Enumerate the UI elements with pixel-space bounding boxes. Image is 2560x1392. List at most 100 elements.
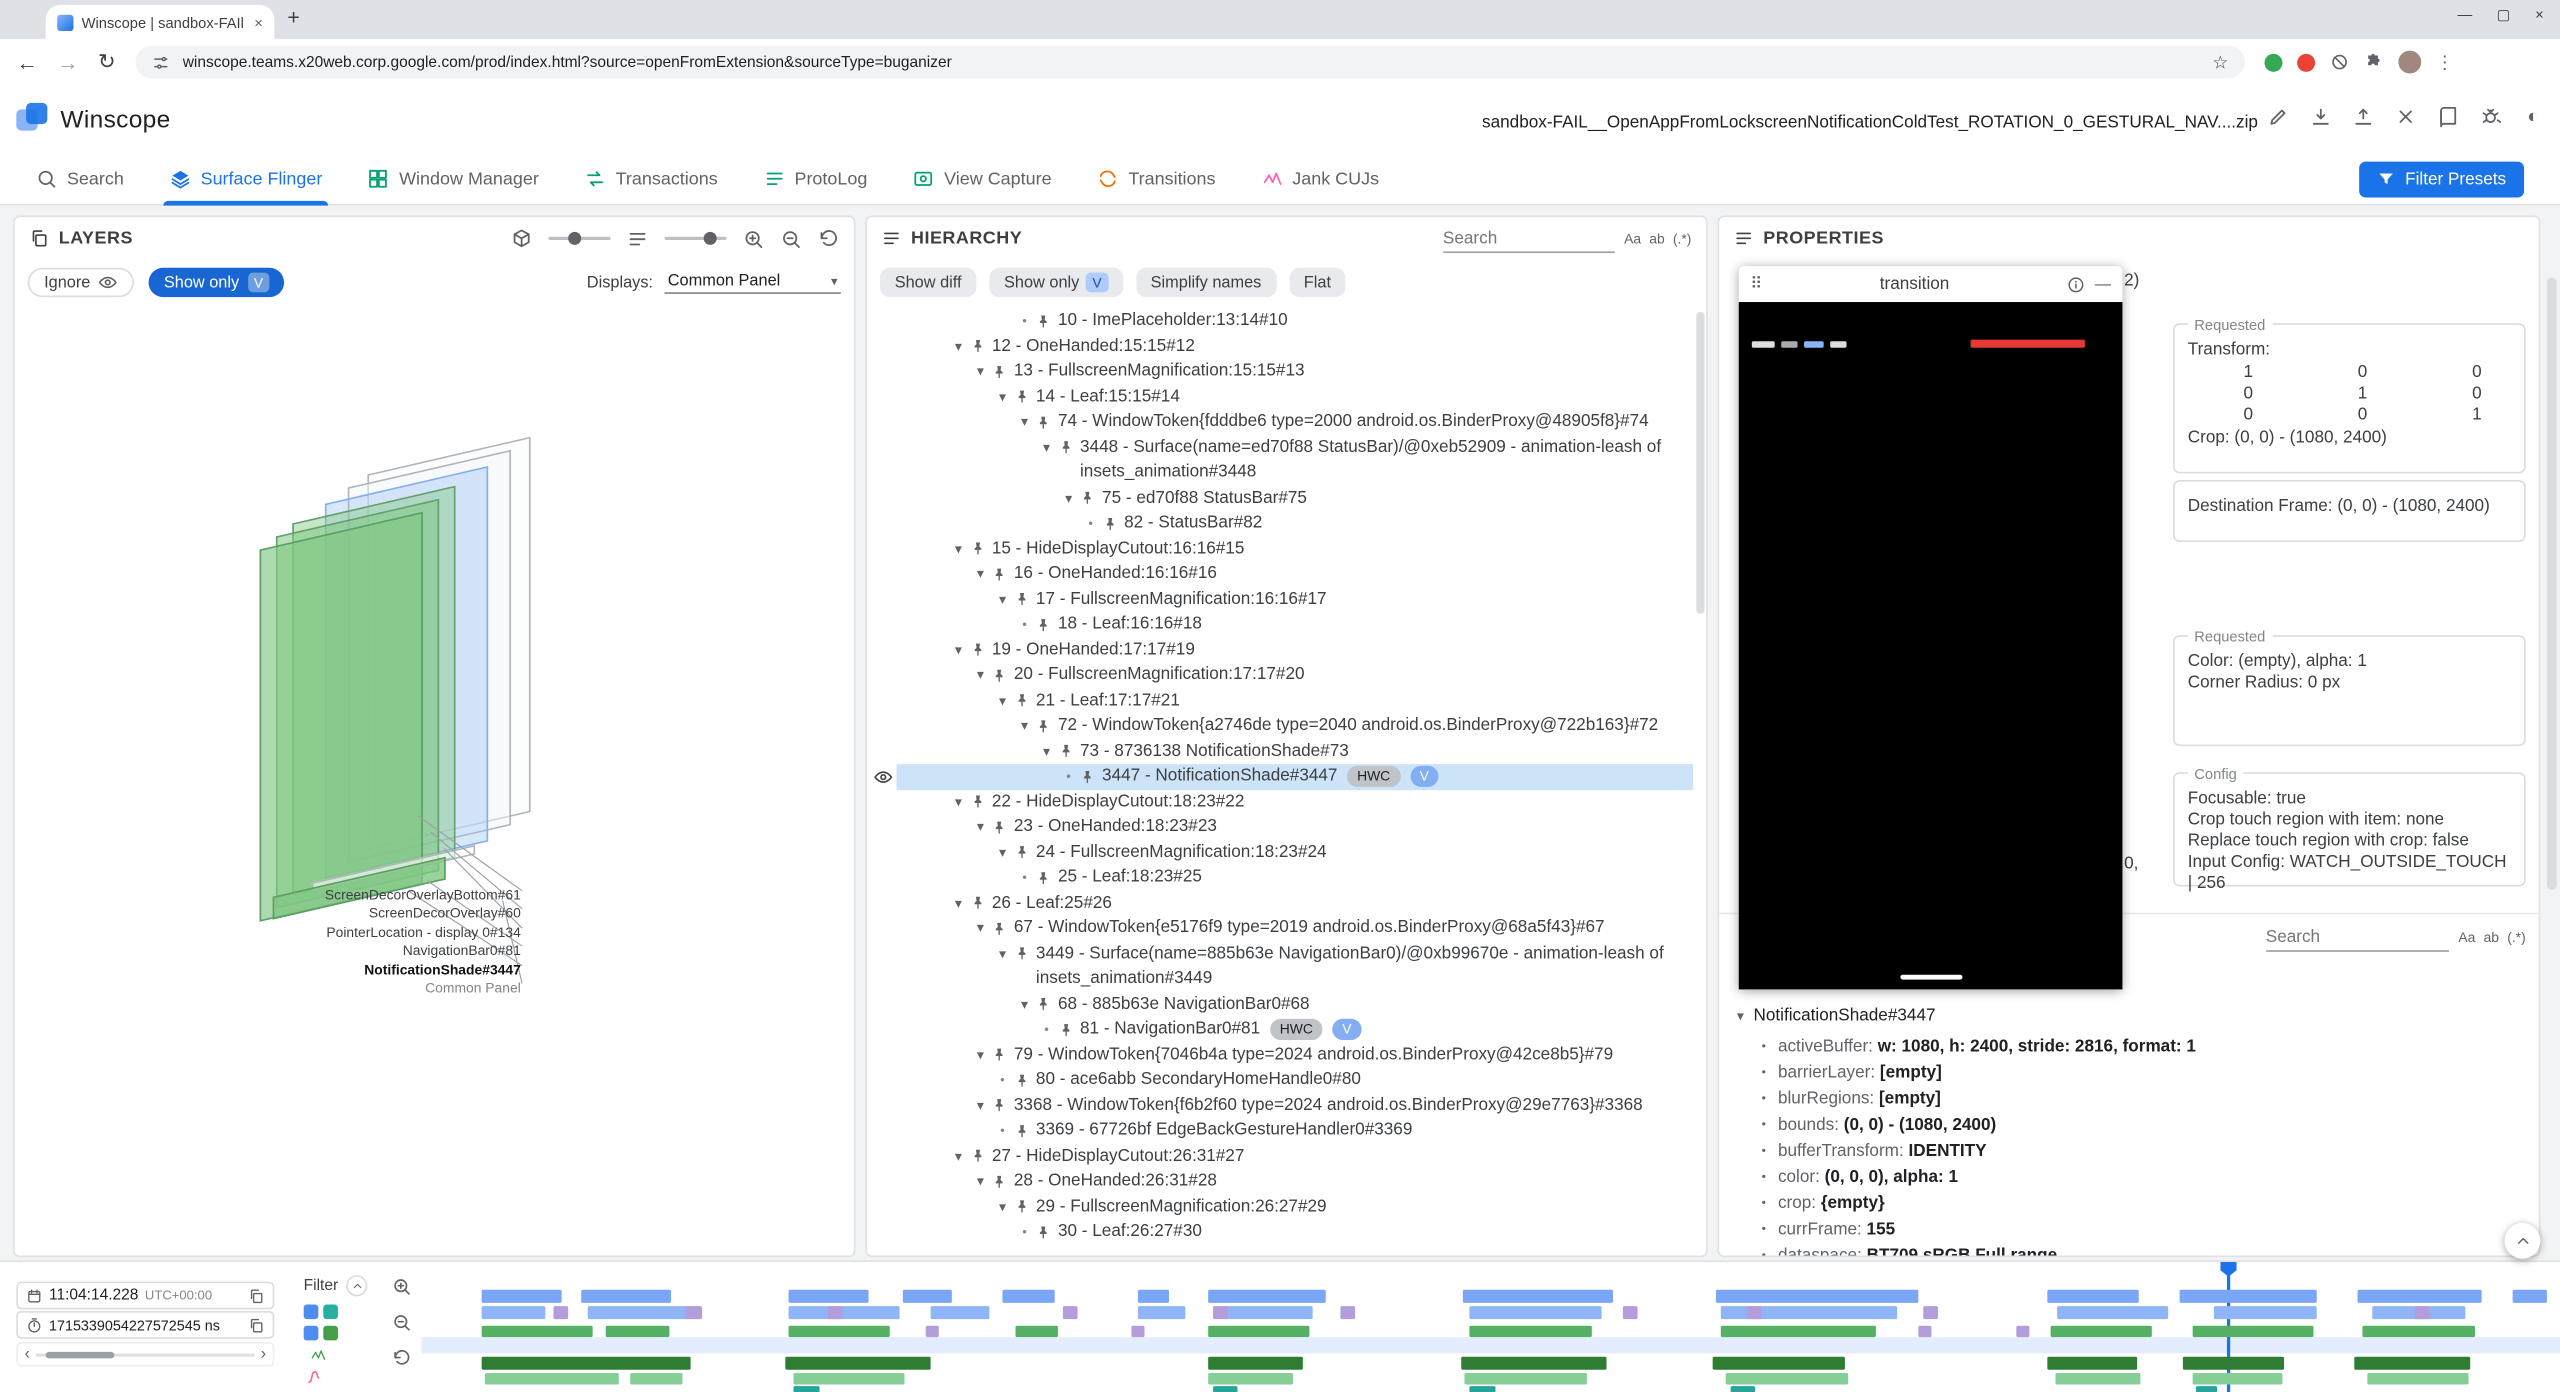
search-option-icon[interactable]: Aa — [1624, 230, 1641, 246]
search-option-icon[interactable]: Aa — [2458, 929, 2475, 945]
collapse-arrow-icon[interactable]: ▾ — [949, 1144, 967, 1169]
layer-label[interactable]: PointerLocation - display 0#134 — [15, 924, 521, 943]
timeline-segment-blue-1[interactable] — [2047, 1290, 2139, 1303]
pin-icon[interactable] — [1035, 1224, 1051, 1240]
timeline-segment-green-1[interactable] — [605, 1326, 669, 1337]
tree-node[interactable]: •3447 - NotificationShade#3447HWCV — [867, 764, 1693, 789]
timeline-segment-purple-1[interactable] — [1341, 1306, 1356, 1319]
tree-node[interactable]: •80 - ace6abb SecondaryHomeHandle0#80 — [867, 1068, 1693, 1093]
timeline-segment-green-dark[interactable] — [1713, 1357, 1846, 1370]
collapse-arrow-icon[interactable]: ▾ — [1038, 435, 1056, 460]
pin-icon[interactable] — [1035, 313, 1051, 329]
layers-3d-view[interactable]: ScreenDecorOverlayBottom#61ScreenDecorOv… — [15, 309, 854, 1256]
new-tab-button[interactable]: + — [287, 5, 299, 29]
trace-toggle-surfaceflinger-icon[interactable] — [304, 1304, 319, 1319]
property-item[interactable]: •color: (0, 0, 0), alpha: 1 — [1762, 1164, 2529, 1190]
timeline-segment-blue-1[interactable] — [481, 1290, 562, 1303]
clear-icon[interactable] — [2395, 106, 2416, 127]
tree-node[interactable]: •25 - Leaf:18:23#25 — [867, 865, 1693, 890]
timeline-segment-green-dark[interactable] — [2355, 1357, 2470, 1370]
rotate-3d-icon[interactable] — [511, 228, 532, 249]
tree-node[interactable]: ▾3449 - Surface(name=885b63e NavigationB… — [867, 941, 1693, 992]
hierarchy-search-input[interactable] — [1443, 224, 1614, 252]
timeline-segment-blue-1[interactable] — [1715, 1290, 1918, 1303]
timeline-segment-blue-1[interactable] — [1208, 1290, 1326, 1303]
layer-label[interactable]: Common Panel — [15, 980, 521, 999]
timeline-zoom-in-icon[interactable] — [392, 1277, 412, 1297]
pin-icon[interactable] — [991, 363, 1007, 379]
collapse-arrow-icon[interactable]: ▾ — [1060, 486, 1078, 511]
window-close-button[interactable]: × — [2535, 7, 2544, 25]
extension-icon-red[interactable] — [2297, 53, 2315, 71]
property-item[interactable]: •activeBuffer: w: 1080, h: 2400, stride:… — [1762, 1033, 2529, 1059]
timeline-segment-green-1[interactable] — [1469, 1326, 1591, 1337]
collapse-arrow-icon[interactable]: ▾ — [949, 789, 967, 814]
copy-icon[interactable] — [248, 1317, 264, 1333]
timeline-segment-green-dark[interactable] — [2047, 1357, 2137, 1370]
pin-icon[interactable] — [969, 642, 985, 658]
timeline-canvas[interactable] — [421, 1262, 2560, 1392]
site-controls-icon[interactable] — [152, 53, 170, 71]
layer-label[interactable]: ScreenDecorOverlayBottom#61 — [15, 887, 521, 906]
page-scrollbar[interactable] — [2547, 278, 2557, 890]
property-item[interactable]: •bounds: (0, 0) - (1080, 2400) — [1762, 1112, 2529, 1138]
timeline-segment-green-light[interactable] — [1465, 1373, 1587, 1384]
timeline-segment-purple-1[interactable] — [1923, 1306, 1938, 1319]
timeline-segment-purple-1[interactable] — [554, 1306, 569, 1319]
timeline-segment-blue-1[interactable] — [582, 1290, 672, 1303]
timeline-zoom-out-icon[interactable] — [392, 1313, 412, 1333]
forward-button[interactable]: → — [57, 50, 78, 74]
timeline-segment-green-1[interactable] — [2363, 1326, 2474, 1337]
scroll-left-icon[interactable]: ‹ — [24, 1346, 29, 1362]
timeline-segment-green-light[interactable] — [2367, 1373, 2468, 1384]
search-option-icon[interactable]: (.*) — [1673, 230, 1692, 246]
pin-icon[interactable] — [1013, 945, 1029, 961]
pin-icon[interactable] — [1057, 743, 1073, 759]
show-only-button[interactable]: Show onlyV — [989, 268, 1123, 297]
tree-node[interactable]: ▾27 - HideDisplayCutout:26:31#27 — [867, 1144, 1693, 1169]
timeline-segment-blue-2[interactable] — [930, 1306, 990, 1319]
tree-node[interactable]: ▾14 - Leaf:15:15#14 — [867, 384, 1693, 409]
pin-icon[interactable] — [969, 540, 985, 556]
nav-tab-transactions[interactable]: Transactions — [585, 153, 718, 205]
zoom-out-icon[interactable] — [780, 228, 801, 249]
tree-node[interactable]: ▾75 - ed70f88 StatusBar#75 — [867, 486, 1693, 511]
pin-icon[interactable] — [1013, 389, 1029, 405]
timeline-segment-blue-1[interactable] — [789, 1290, 868, 1303]
pin-icon[interactable] — [1035, 996, 1051, 1012]
timeline-segment-green-light[interactable] — [1208, 1373, 1294, 1384]
collapse-arrow-icon[interactable]: ▾ — [971, 1169, 989, 1194]
timeline-segment-green-1[interactable] — [1208, 1326, 1309, 1337]
search-option-icon[interactable]: ab — [1649, 230, 1664, 246]
trace-toggle-chart-icon[interactable] — [304, 1347, 333, 1363]
pin-icon[interactable] — [969, 1148, 985, 1164]
layer-label[interactable]: NotificationShade#3447 — [15, 961, 521, 980]
pin-icon[interactable] — [1013, 1072, 1029, 1088]
displays-select[interactable]: Common Panel ▾ — [664, 271, 840, 294]
pin-icon[interactable] — [1035, 616, 1051, 632]
tree-node[interactable]: •18 - Leaf:16:16#18 — [867, 612, 1693, 637]
layer-rect-green-1[interactable] — [260, 512, 423, 922]
nav-tab-window-manager[interactable]: Window Manager — [368, 153, 539, 205]
property-item[interactable]: •bufferTransform: IDENTITY — [1762, 1138, 2529, 1164]
browser-menu-icon[interactable]: ⋮ — [2436, 51, 2454, 72]
url-bar[interactable]: winscope.teams.x20web.corp.google.com/pr… — [135, 46, 2244, 79]
timeline-segment-blue-2[interactable] — [2057, 1306, 2168, 1319]
collapse-arrow-icon[interactable]: ▾ — [971, 916, 989, 941]
property-item[interactable]: •blurRegions: [empty] — [1762, 1086, 2529, 1112]
pin-icon[interactable] — [1035, 869, 1051, 885]
timeline-segment-green-light[interactable] — [793, 1373, 904, 1384]
timeline-segment-blue-2[interactable] — [789, 1306, 900, 1319]
trace-toggle-windowmanager-icon[interactable] — [304, 1326, 319, 1341]
pin-icon[interactable] — [969, 338, 985, 354]
tree-node[interactable]: ▾21 - Leaf:17:17#21 — [867, 688, 1693, 713]
collapse-arrow-icon[interactable]: ▾ — [993, 1194, 1011, 1219]
upload-icon[interactable] — [2353, 106, 2374, 127]
timeline-segment-green-dark[interactable] — [2184, 1357, 2285, 1370]
timeline-segment-purple-1[interactable] — [1623, 1306, 1638, 1319]
timeline-segment-blue-1[interactable] — [1138, 1290, 1170, 1303]
timeline-segment-purple-2[interactable] — [1131, 1326, 1144, 1337]
property-item[interactable]: •barrierLayer: [empty] — [1762, 1060, 2529, 1086]
scroll-top-button[interactable] — [2504, 1223, 2540, 1259]
pin-icon[interactable] — [1013, 1122, 1029, 1138]
